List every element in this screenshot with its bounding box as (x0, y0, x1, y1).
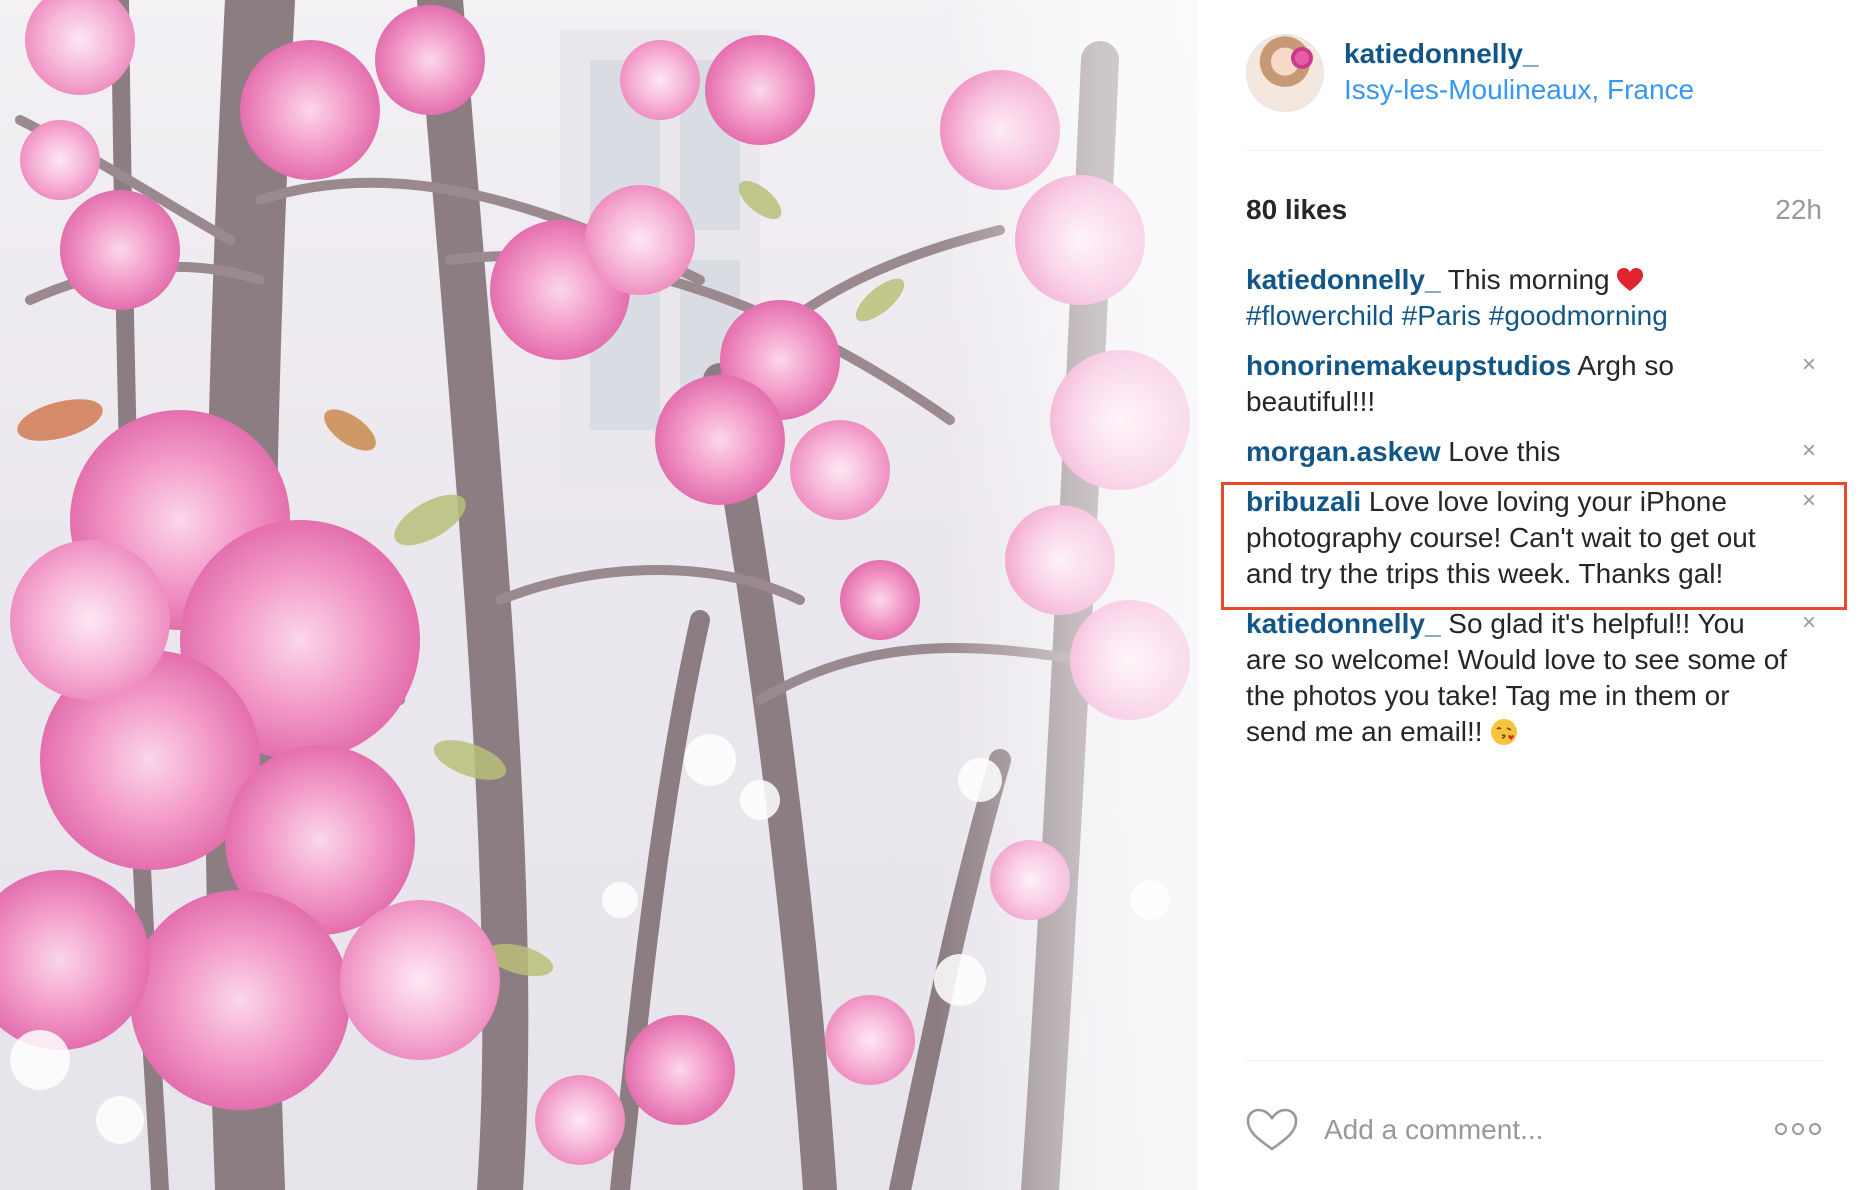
comment-item: katiedonnelly_ So glad it's helpful!! Yo… (1246, 606, 1822, 750)
post-timestamp[interactable]: 22h (1775, 194, 1822, 226)
post-location[interactable]: Issy-les-Moulineaux, France (1344, 74, 1694, 106)
comment-item: honorinemakeupstudios Argh so beautiful!… (1246, 348, 1822, 420)
comment-username[interactable]: katiedonnelly_ (1246, 264, 1441, 295)
caption-hashtags[interactable]: #flowerchild #Paris #goodmorning (1246, 300, 1668, 331)
add-comment-input[interactable] (1324, 1110, 1744, 1150)
footer-divider (1246, 1060, 1822, 1061)
red-heart-icon (1617, 268, 1644, 291)
comments-list: katiedonnelly_ This morning #flowerchild… (1246, 262, 1822, 764)
comment-item: morgan.askew Love this × (1246, 434, 1822, 470)
comment-username[interactable]: morgan.askew (1246, 436, 1441, 467)
author-username[interactable]: katiedonnelly_ (1344, 38, 1539, 70)
comment-text: This morning (1440, 264, 1618, 295)
comment-text: Love this (1440, 436, 1561, 467)
avatar[interactable] (1246, 34, 1324, 112)
post-side-panel: katiedonnelly_ Issy-les-Moulineaux, Fran… (1198, 0, 1864, 1190)
comment-item-highlighted: bribuzali Love love loving your iPhone p… (1246, 484, 1822, 592)
photo-light-fade (938, 0, 1198, 1190)
delete-comment-icon[interactable]: × (1796, 438, 1822, 464)
caption-comment: katiedonnelly_ This morning #flowerchild… (1246, 262, 1822, 334)
post-header: katiedonnelly_ Issy-les-Moulineaux, Fran… (1246, 34, 1840, 116)
comment-username[interactable]: honorinemakeupstudios (1246, 350, 1571, 381)
comment-footer (1246, 1108, 1822, 1152)
comment-username[interactable]: katiedonnelly_ (1246, 608, 1441, 639)
post-meta: 80 likes 22h (1246, 194, 1822, 228)
delete-comment-icon[interactable]: × (1796, 610, 1822, 636)
header-divider (1246, 150, 1822, 151)
comment-username[interactable]: bribuzali (1246, 486, 1361, 517)
more-options-icon[interactable] (1774, 1120, 1822, 1138)
kiss-face-icon (1491, 719, 1518, 745)
heart-outline-icon[interactable] (1246, 1108, 1298, 1152)
delete-comment-icon[interactable]: × (1796, 488, 1822, 514)
post-photo[interactable] (0, 0, 1198, 1190)
likes-count[interactable]: 80 likes (1246, 194, 1347, 226)
delete-comment-icon[interactable]: × (1796, 352, 1822, 378)
